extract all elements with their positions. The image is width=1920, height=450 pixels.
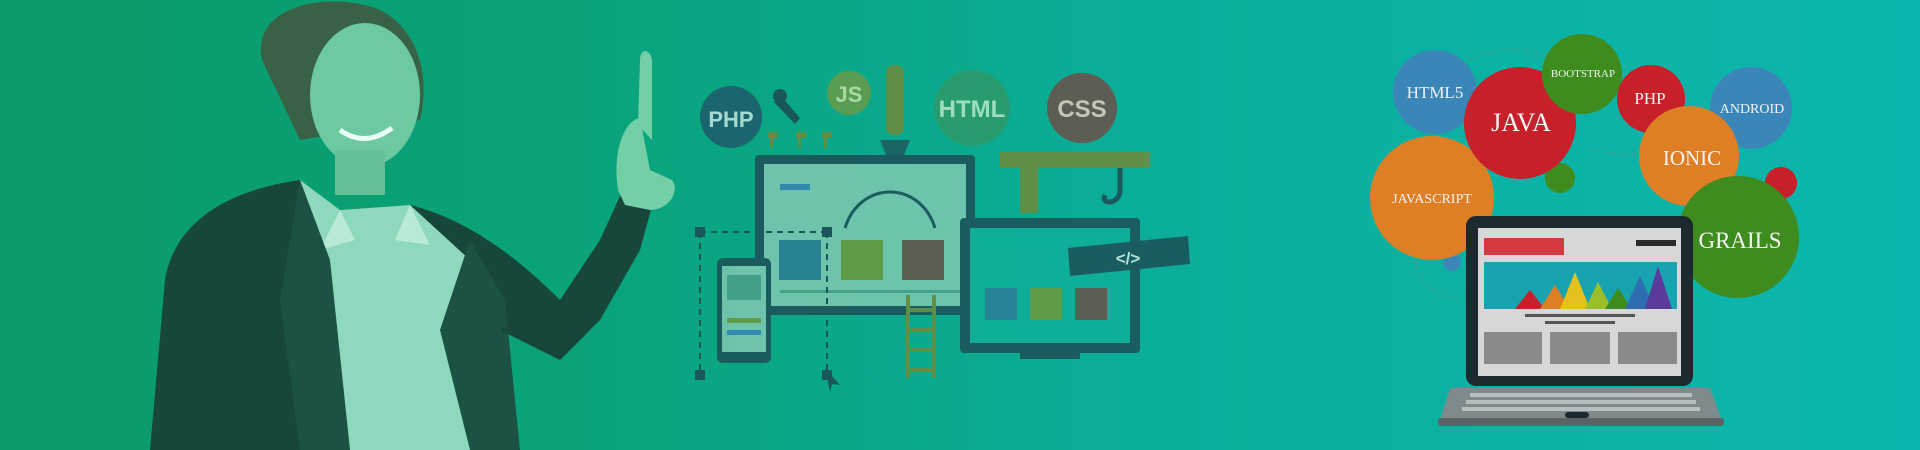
css-bubble: CSS	[1047, 73, 1117, 143]
html5-bubble-label: HTML5	[1407, 83, 1464, 102]
hero-banner: PHP JS HTML CSS </> HTML5 JAVASCRIPT JAV…	[0, 0, 1920, 450]
laptop-illustration	[1438, 216, 1724, 426]
banner-artwork: PHP JS HTML CSS </> HTML5 JAVASCRIPT JAV…	[150, 1, 1799, 450]
js-bubble-label: JS	[836, 82, 863, 107]
php-tech-bubble-label: PHP	[1634, 89, 1665, 108]
phone-illustration	[717, 258, 771, 363]
design-monitor	[755, 155, 975, 315]
bootstrap-bubble-label: BOOTSTRAP	[1551, 68, 1615, 80]
html-bubble: HTML	[934, 70, 1010, 146]
php-bubble-label: PHP	[708, 107, 753, 132]
center-illustration: PHP JS HTML CSS </>	[695, 65, 1190, 392]
javascript-bubble-label: JAVASCRIPT	[1392, 192, 1472, 207]
java-bubble-label: JAVA	[1491, 108, 1551, 137]
js-bubble: JS	[827, 71, 871, 115]
php-bubble: PHP	[700, 86, 762, 148]
html-bubble-label: HTML	[939, 96, 1006, 123]
secondary-screen	[960, 218, 1140, 359]
android-bubble-label: ANDROID	[1720, 102, 1785, 117]
css-bubble-label: CSS	[1057, 96, 1106, 123]
crane-illustration	[1000, 152, 1150, 213]
ionic-bubble-label: IONIC	[1663, 146, 1721, 170]
code-tag-label: </>	[1116, 249, 1141, 268]
technology-cluster: HTML5 JAVASCRIPT JAVA BOOTSTRAP PHP ANDR…	[1370, 34, 1799, 426]
grails-bubble-label: GRAILS	[1698, 228, 1781, 253]
bootstrap-bubble: BOOTSTRAP	[1542, 34, 1622, 114]
woman-illustration	[150, 1, 675, 450]
eyedropper-icon	[773, 89, 800, 124]
grails-bubble: GRAILS	[1677, 176, 1799, 298]
